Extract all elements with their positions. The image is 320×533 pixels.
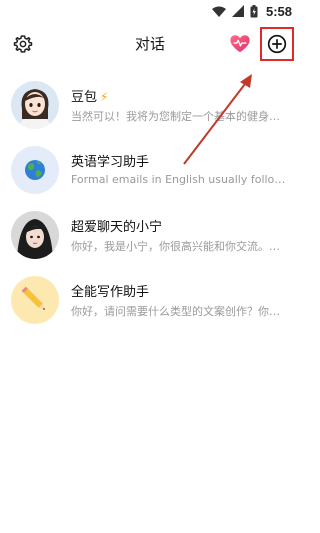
battery-icon [250,4,258,17]
heart-icon [230,35,250,53]
page-title: 对话 [134,35,165,53]
chat-name-text: 豆包 [71,90,98,105]
chat-preview: 你好，请问需要什么类型的文案创作？你可以告诉我 [71,305,287,318]
annotation-arrow-icon [183,74,252,165]
new-chat-button[interactable] [260,27,294,61]
chat-name: 全能写作助手 [71,285,150,300]
plus-circle-icon [267,34,287,54]
settings-button[interactable] [12,33,34,55]
lightning-icon: ⚡ [100,90,109,104]
screen: 5:58 对话 豆包 ⚡ 当然可以！我将为您制定一个基本的健身计 英语学习助手 … [0,0,300,533]
settings-gear-icon [13,35,33,53]
chat-name: 英语学习助手 [71,155,150,170]
chat-preview: 你好，我是小宁，你很高兴能和你交流。你可以和我聊天 [71,240,287,253]
chat-preview: Formal emails in English usually follow … [71,173,287,186]
pencil-avatar [11,276,59,324]
globe-avatar [11,146,59,194]
signal-icon [231,5,244,17]
favorites-button[interactable] [229,33,251,55]
list-item[interactable]: 全能写作助手 你好，请问需要什么类型的文案创作？你可以告诉我 [0,269,300,334]
chat-name: 豆包 ⚡ [71,86,108,105]
status-bar: 5:58 [0,0,300,22]
status-time: 5:58 [265,3,292,19]
cartoon-girl-avatar [11,81,59,129]
list-item[interactable]: 超爱聊天的小宁 你好，我是小宁，你很高兴能和你交流。你可以和我聊天 [0,204,300,269]
wifi-icon [211,6,226,17]
chat-name: 超爱聊天的小宁 [71,220,163,235]
girl-photo-avatar [11,211,59,259]
header: 对话 [0,22,300,66]
